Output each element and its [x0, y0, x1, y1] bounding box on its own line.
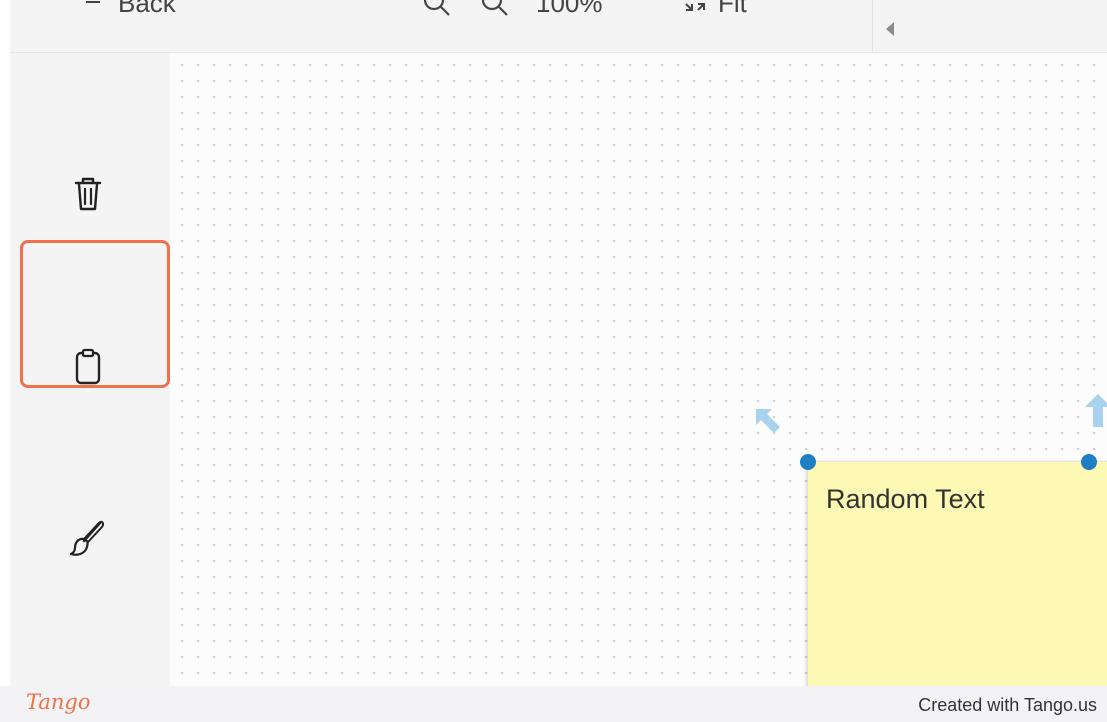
- selection-handle-top-left[interactable]: [800, 454, 816, 470]
- footer-credit: Created with Tango.us: [918, 695, 1097, 715]
- zoom-in-icon[interactable]: [480, 0, 510, 20]
- sticky-note-text[interactable]: Random Text: [826, 484, 985, 515]
- sticky-note[interactable]: Random Text: [808, 462, 1107, 686]
- fit-button[interactable]: Fit: [718, 0, 747, 18]
- back-button[interactable]: Back: [118, 0, 176, 18]
- style-button[interactable]: [60, 513, 116, 569]
- top-toolbar: Back 100% Fit: [10, 0, 1107, 53]
- tango-logo: Tango: [26, 690, 91, 714]
- fit-icon[interactable]: [682, 0, 712, 20]
- paintbrush-icon: [66, 517, 110, 566]
- app-frame: Back 100% Fit Random Text: [10, 0, 1107, 686]
- zoom-out-icon[interactable]: [422, 0, 452, 20]
- back-arrow-icon[interactable]: [78, 0, 108, 20]
- whiteboard-canvas[interactable]: Random Text: [170, 53, 1107, 686]
- rotate-handle-icon[interactable]: [750, 403, 786, 439]
- trash-icon: [70, 174, 106, 219]
- collapse-panel-icon[interactable]: [886, 22, 894, 36]
- resize-up-handle-icon[interactable]: [1080, 391, 1107, 427]
- zoom-level[interactable]: 100%: [536, 0, 603, 18]
- selection-handle-top-right[interactable]: [1081, 454, 1097, 470]
- footer-bar: Tango Created with Tango.us: [0, 686, 1107, 722]
- toolbar-divider: [872, 0, 873, 52]
- click-highlight: [20, 240, 170, 388]
- delete-button[interactable]: [60, 168, 116, 224]
